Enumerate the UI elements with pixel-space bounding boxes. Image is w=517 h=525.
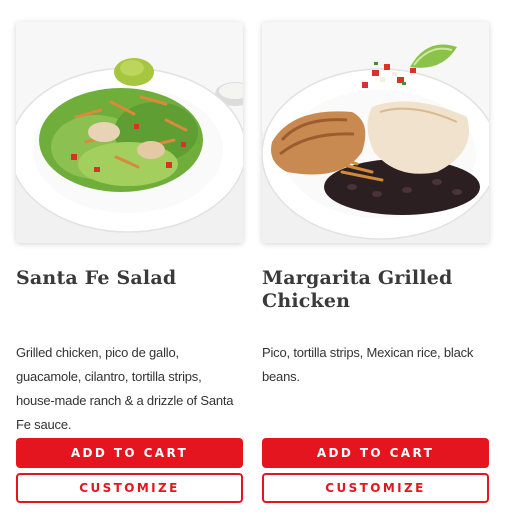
add-to-cart-button[interactable]: ADD TO CART	[262, 438, 489, 468]
add-to-cart-button[interactable]: ADD TO CART	[16, 438, 243, 468]
item-title: Santa Fe Salad	[16, 267, 177, 289]
menu-item-card: Santa Fe Salad Grilled chicken, pico de …	[16, 22, 243, 503]
margarita-grilled-chicken-photo[interactable]	[262, 22, 489, 243]
customize-button[interactable]: CUSTOMIZE	[16, 473, 243, 503]
item-description: Pico, tortilla strips, Mexican rice, bla…	[262, 345, 474, 384]
menu-item-card: Margarita Grilled Chicken Pico, tortilla…	[262, 22, 489, 503]
item-description: Grilled chicken, pico de gallo, guacamol…	[16, 345, 234, 432]
customize-button[interactable]: CUSTOMIZE	[262, 473, 489, 503]
item-title: Margarita Grilled Chicken	[262, 267, 453, 312]
santa-fe-salad-photo[interactable]	[16, 22, 243, 243]
